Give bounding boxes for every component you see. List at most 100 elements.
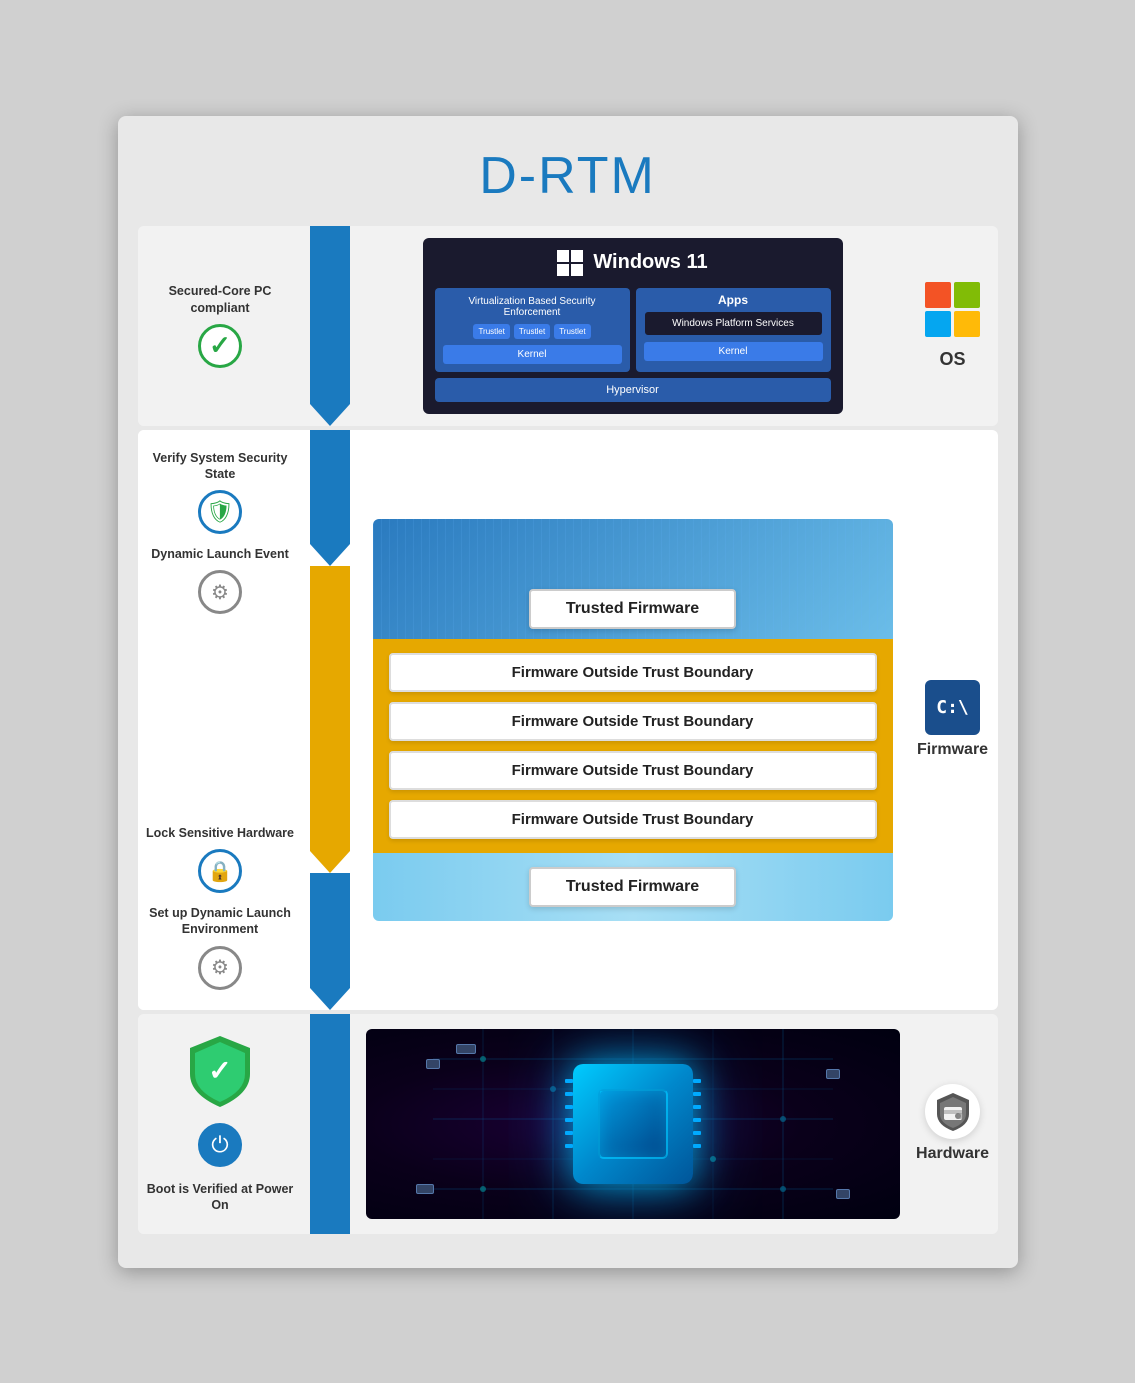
ms-green — [954, 282, 980, 308]
blue-chevron-fw — [310, 544, 350, 566]
blue-bar-fw-top — [310, 430, 350, 544]
os-section: Secured-Core PC compliant ✓ — [138, 226, 998, 426]
page-title: D-RTM — [138, 136, 998, 226]
chip-pin-r1 — [693, 1079, 701, 1083]
boot-label: Boot is Verified at Power On — [146, 1181, 295, 1214]
lock-icon: 🔒 — [208, 859, 233, 884]
wps-label: Windows Platform Services — [672, 318, 794, 329]
fw-center-col — [303, 430, 358, 1010]
circuit-board-viz — [366, 1029, 900, 1219]
hw-left: ✓ ⏻ Boot is Verified at Power On — [138, 1014, 303, 1234]
checkmark-icon: ✓ — [209, 330, 231, 361]
blue-bar-os — [310, 226, 350, 404]
component-3 — [826, 1069, 840, 1079]
chip-pin-r2 — [693, 1092, 701, 1096]
os-compliant-label: Secured-Core PC compliant — [146, 283, 295, 316]
windows-title-text: Windows 11 — [593, 251, 707, 274]
hardware-section: ✓ ⏻ Boot is Verified at Power On — [138, 1014, 998, 1234]
trusted-firmware-bottom-box: Trusted Firmware — [529, 867, 736, 907]
outside-trust-4-label: Firmware Outside Trust Boundary — [512, 811, 754, 828]
shield-check-icon: 🛡 — [206, 499, 234, 525]
yellow-bar-fw — [310, 566, 350, 852]
outside-trust-2: Firmware Outside Trust Boundary — [389, 702, 877, 741]
component-2 — [456, 1044, 476, 1054]
outside-trust-3-label: Firmware Outside Trust Boundary — [512, 762, 754, 779]
chip-pin-l1 — [565, 1079, 573, 1083]
ms-blue — [925, 311, 951, 337]
svg-text:✓: ✓ — [208, 1055, 231, 1086]
component-1 — [426, 1059, 440, 1069]
blue-chevron-fw-2 — [310, 988, 350, 1010]
blue-chevron-os — [310, 404, 350, 426]
kernel1: Kernel — [443, 345, 622, 364]
apps-label: Apps — [644, 293, 823, 307]
verify-circle: 🛡 — [198, 490, 242, 534]
os-label-item: Secured-Core PC compliant ✓ — [146, 283, 295, 368]
vbs-cell: Virtualization Based Security Enforcemen… — [435, 288, 630, 372]
fw-top-blue-area: Trusted Firmware — [373, 519, 893, 639]
chip-pin-r5 — [693, 1131, 701, 1135]
fw-left: Verify System Security State 🛡 Dynamic L… — [138, 430, 303, 1010]
chip-pin-r3 — [693, 1105, 701, 1109]
fw-icon-col: C:\ Firmware — [908, 430, 998, 1010]
trustlet1: Trustlet — [473, 324, 509, 339]
component-5 — [836, 1189, 850, 1199]
chip-pin-r4 — [693, 1118, 701, 1122]
os-right: Windows 11 Virtualization Based Security… — [358, 226, 908, 426]
firmware-label-text: Firmware — [917, 741, 988, 759]
windows-grid: Virtualization Based Security Enforcemen… — [435, 288, 831, 372]
yellow-chevron-fw — [310, 851, 350, 873]
chip-pin-r6 — [693, 1144, 701, 1148]
hypervisor-bar: Hypervisor — [435, 378, 831, 402]
dynamic-launch-item: Dynamic Launch Event ⚙ — [151, 546, 289, 614]
ms-red — [925, 282, 951, 308]
power-icon: ⏻ — [211, 1132, 228, 1158]
os-icon-col: OS — [908, 226, 998, 426]
lock-label: Lock Sensitive Hardware — [146, 825, 294, 841]
hw-shield-circle — [925, 1084, 980, 1139]
hw-center-col — [303, 1014, 358, 1234]
chip-pin-l4 — [565, 1118, 573, 1122]
gear-icon-2: ⚙ — [211, 955, 229, 980]
outside-trust-3: Firmware Outside Trust Boundary — [389, 751, 877, 790]
os-center-col — [303, 226, 358, 426]
outside-trust-2-label: Firmware Outside Trust Boundary — [512, 713, 754, 730]
fw-bottom-blue-area: Trusted Firmware — [373, 853, 893, 921]
gear-circle-1: ⚙ — [198, 570, 242, 614]
hardware-shield-icon — [934, 1092, 972, 1132]
green-shield-svg: ✓ — [185, 1034, 255, 1109]
trusted-firmware-top-label: Trusted Firmware — [566, 600, 699, 617]
outside-trust-4: Firmware Outside Trust Boundary — [389, 800, 877, 839]
chip-core — [598, 1089, 668, 1159]
power-circle: ⏻ — [198, 1123, 242, 1167]
trusted-firmware-top-box: Trusted Firmware — [529, 589, 736, 629]
kernel2: Kernel — [644, 342, 823, 361]
microsoft-logo-icon — [925, 282, 980, 337]
setup-item: Set up Dynamic Launch Environment ⚙ — [146, 905, 295, 990]
chip-pin-l2 — [565, 1092, 573, 1096]
lock-circle: 🔒 — [198, 849, 242, 893]
wps-cell: Windows Platform Services — [644, 311, 823, 336]
blue-bar-hw — [310, 1014, 350, 1234]
chip-pin-l3 — [565, 1105, 573, 1109]
check-circle: ✓ — [198, 324, 242, 368]
windows-title-bar: Windows 11 — [435, 250, 831, 276]
firmware-section: Verify System Security State 🛡 Dynamic L… — [138, 430, 998, 1010]
trustlet2: Trustlet — [514, 324, 550, 339]
setup-label: Set up Dynamic Launch Environment — [146, 905, 295, 938]
main-container: D-RTM Secured-Core PC compliant ✓ — [118, 116, 1018, 1268]
blue-bar-fw-bottom — [310, 873, 350, 987]
hw-icon-col: Hardware — [908, 1014, 998, 1234]
dynamic-launch-label: Dynamic Launch Event — [151, 546, 289, 562]
ms-yellow — [954, 311, 980, 337]
trusted-firmware-bottom-label: Trusted Firmware — [566, 878, 699, 895]
component-4 — [416, 1184, 434, 1194]
verify-label: Verify System Security State — [146, 450, 295, 483]
vbs-label: Virtualization Based Security Enforcemen… — [443, 296, 622, 318]
chip-pin-l6 — [565, 1144, 573, 1148]
cmd-icon: C:\ — [925, 680, 980, 735]
os-label-text: OS — [939, 349, 965, 370]
gear-circle-2: ⚙ — [198, 946, 242, 990]
gear-icon-1: ⚙ — [211, 580, 229, 605]
hw-right — [358, 1014, 908, 1234]
